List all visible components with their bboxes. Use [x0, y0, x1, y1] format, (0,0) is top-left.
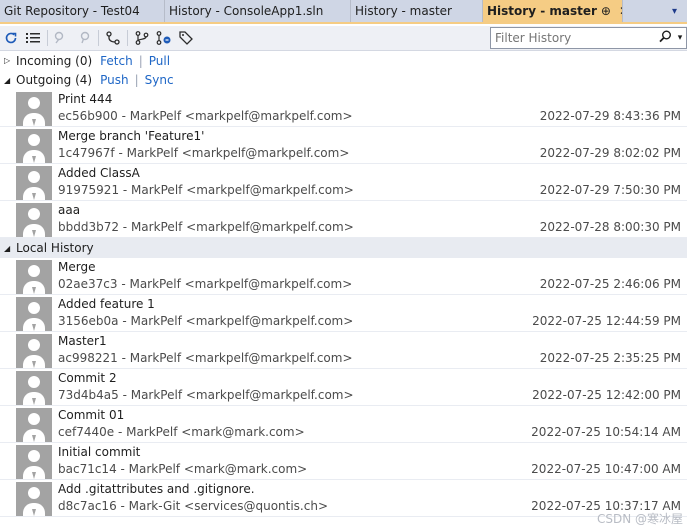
commit-date: 2022-07-25 12:42:00 PM: [532, 388, 681, 402]
local-history-title: Local History: [16, 241, 94, 255]
commit-date: 2022-07-25 2:35:25 PM: [539, 351, 681, 365]
document-tab-strip: Git Repository - Test04 History - Consol…: [0, 0, 687, 24]
avatar: [16, 129, 52, 163]
collapse-down-icon[interactable]: ◢: [4, 76, 16, 85]
link-separator: |: [134, 73, 139, 87]
commit-message: Commit 2: [58, 371, 117, 385]
avatar: [16, 260, 52, 294]
commit-row[interactable]: Merge branch 'Feature1' 1c47967f - MarkP…: [0, 127, 687, 164]
avatar: [16, 408, 52, 442]
commit-date: 2022-07-29 8:02:02 PM: [539, 146, 681, 160]
commit-meta: ec56b900 - MarkPelf <markpelf@markpelf.c…: [58, 109, 353, 123]
commit-date: 2022-07-29 8:43:36 PM: [539, 109, 681, 123]
show-branches-icon[interactable]: [131, 27, 153, 49]
commit-meta: 1c47967f - MarkPelf <markpelf@markpelf.c…: [58, 146, 350, 160]
commit-message: Initial commit: [58, 445, 141, 459]
close-icon[interactable]: ✕: [619, 4, 622, 18]
fetch-link[interactable]: Fetch: [100, 54, 133, 68]
commit-row[interactable]: Master1 ac998221 - MarkPelf <markpelf@ma…: [0, 332, 687, 369]
filter-history-box: ▾: [490, 27, 687, 49]
history-list: ▷ Incoming (0) Fetch | Pull ◢ Outgoing (…: [0, 51, 687, 531]
local-commit-list: Merge 02ae37c3 - MarkPelf <markpelf@mark…: [0, 258, 687, 517]
show-remote-branches-icon[interactable]: [153, 27, 175, 49]
commit-date: 2022-07-25 2:46:06 PM: [539, 277, 681, 291]
avatar: [16, 445, 52, 479]
outgoing-commit-list: Print 444 ec56b900 - MarkPelf <markpelf@…: [0, 90, 687, 238]
avatar: [16, 482, 52, 516]
section-outgoing[interactable]: ◢ Outgoing (4) Push | Sync: [0, 70, 687, 90]
commit-row[interactable]: Added feature 1 3156eb0a - MarkPelf <mar…: [0, 295, 687, 332]
tab-git-repository[interactable]: Git Repository - Test04: [0, 0, 165, 22]
filter-dropdown-icon[interactable]: ▾: [674, 33, 686, 43]
commit-row[interactable]: aaa bbdd3b72 - MarkPelf <markpelf@markpe…: [0, 201, 687, 238]
commit-row[interactable]: Initial commit bac71c14 - MarkPelf <mark…: [0, 443, 687, 480]
commit-meta: 3156eb0a - MarkPelf <markpelf@markpelf.c…: [58, 314, 354, 328]
commit-meta: d8c7ac16 - Mark-Git <services@quontis.ch…: [58, 499, 328, 513]
toolbar-separator: [127, 30, 128, 46]
sync-link[interactable]: Sync: [145, 73, 174, 87]
refresh-icon[interactable]: [0, 27, 22, 49]
filter-history-input[interactable]: [491, 29, 656, 47]
commit-meta: ac998221 - MarkPelf <markpelf@markpelf.c…: [58, 351, 353, 365]
toolbar-separator: [98, 30, 99, 46]
commit-meta: 73d4b4a5 - MarkPelf <markpelf@markpelf.c…: [58, 388, 354, 402]
commit-row[interactable]: Commit 2 73d4b4a5 - MarkPelf <markpelf@m…: [0, 369, 687, 406]
commit-meta: 02ae37c3 - MarkPelf <markpelf@markpelf.c…: [58, 277, 353, 291]
avatar: [16, 92, 52, 126]
commit-row[interactable]: Added ClassA 91975921 - MarkPelf <markpe…: [0, 164, 687, 201]
avatar: [16, 297, 52, 331]
chevron-down-icon: ▾: [671, 5, 677, 17]
commit-row[interactable]: Add .gitattributes and .gitignore. d8c7a…: [0, 480, 687, 517]
commit-row[interactable]: Print 444 ec56b900 - MarkPelf <markpelf@…: [0, 90, 687, 127]
commit-message: Commit 01: [58, 408, 125, 422]
commit-meta: cef7440e - MarkPelf <mark@mark.com>: [58, 425, 305, 439]
tab-history-master[interactable]: History - master: [351, 0, 483, 22]
commit-message: Master1: [58, 334, 107, 348]
commit-date: 2022-07-25 10:54:14 AM: [531, 425, 681, 439]
commit-message: Added feature 1: [58, 297, 155, 311]
incoming-title: Incoming (0): [16, 53, 93, 68]
search-icon[interactable]: [656, 30, 674, 47]
list-view-icon[interactable]: [22, 27, 44, 49]
commit-message: aaa: [58, 203, 81, 217]
tab-active-label: History - master: [487, 4, 597, 18]
commit-message: Merge branch 'Feature1': [58, 129, 205, 143]
commit-message: Print 444: [58, 92, 113, 106]
tab-history-master-active[interactable]: History - master ⊕ ✕: [483, 0, 623, 22]
tab-history-consoleapp[interactable]: History - ConsoleApp1.sln: [165, 0, 351, 22]
history-toolbar: ▾: [0, 26, 687, 51]
avatar: [16, 371, 52, 405]
toolbar-separator: [47, 30, 48, 46]
commit-row[interactable]: Commit 01 cef7440e - MarkPelf <mark@mark…: [0, 406, 687, 443]
commit-message: Merge: [58, 260, 96, 274]
commit-meta: 91975921 - MarkPelf <markpelf@markpelf.c…: [58, 183, 354, 197]
link-separator: |: [138, 53, 143, 68]
commit-message: Add .gitattributes and .gitignore.: [58, 482, 255, 496]
tag-icon[interactable]: [175, 27, 197, 49]
commit-date: 2022-07-29 7:50:30 PM: [539, 183, 681, 197]
commit-meta: bac71c14 - MarkPelf <mark@mark.com>: [58, 462, 308, 476]
pull-link[interactable]: Pull: [149, 54, 170, 68]
avatar: [16, 203, 52, 237]
commit-date: 2022-07-25 10:47:00 AM: [531, 462, 681, 476]
view-commit-icon[interactable]: [73, 27, 95, 49]
watermark: CSDN @寒冰屋: [596, 512, 683, 526]
commit-date: 2022-07-25 12:44:59 PM: [532, 314, 681, 328]
expand-right-icon[interactable]: ▷: [4, 56, 16, 65]
branch-graph-icon[interactable]: [102, 27, 124, 49]
section-incoming[interactable]: ▷ Incoming (0) Fetch | Pull: [0, 51, 687, 70]
collapse-down-icon[interactable]: ◢: [4, 244, 16, 253]
commit-row[interactable]: Merge 02ae37c3 - MarkPelf <markpelf@mark…: [0, 258, 687, 295]
commit-meta: bbdd3b72 - MarkPelf <markpelf@markpelf.c…: [58, 220, 354, 234]
commit-date: 2022-07-28 8:00:30 PM: [539, 220, 681, 234]
avatar: [16, 334, 52, 368]
compare-commits-icon[interactable]: [51, 27, 73, 49]
pin-icon[interactable]: ⊕: [601, 4, 611, 18]
commit-message: Added ClassA: [58, 166, 140, 180]
push-link[interactable]: Push: [100, 73, 129, 87]
tab-overflow-dropdown[interactable]: ▾: [627, 0, 687, 22]
section-local-history[interactable]: ◢ Local History: [0, 238, 687, 258]
outgoing-title: Outgoing (4): [16, 73, 93, 87]
avatar: [16, 166, 52, 200]
